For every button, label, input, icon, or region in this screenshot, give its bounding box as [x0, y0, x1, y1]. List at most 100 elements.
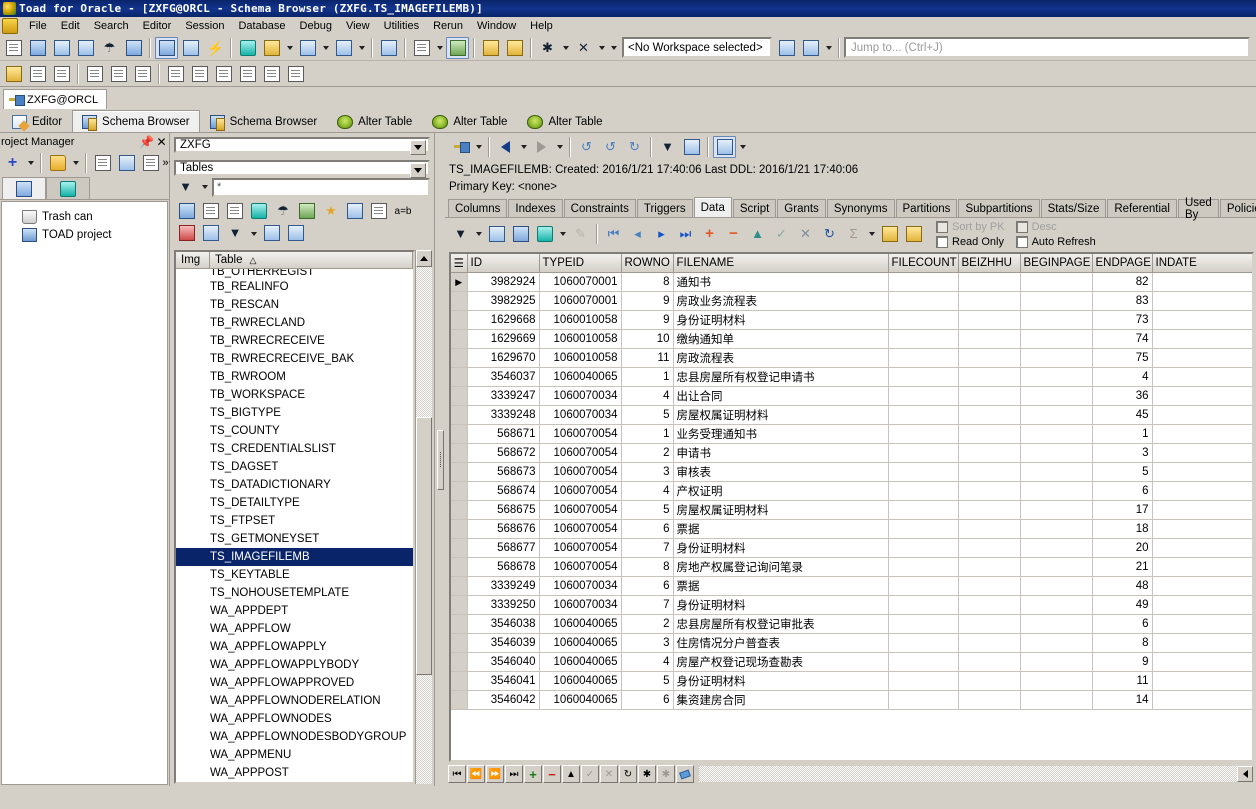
schema-select[interactable]: ZXFG [174, 137, 430, 153]
cell-indate[interactable] [1152, 481, 1252, 500]
cell-filename[interactable]: 身份证明材料 [673, 595, 888, 614]
menu-item-help[interactable]: Help [523, 19, 560, 33]
cell-id[interactable]: 1629670 [467, 348, 539, 367]
execute-script-icon[interactable] [200, 223, 222, 243]
cell-id[interactable]: 3982925 [467, 291, 539, 310]
tab-constraints[interactable]: Constraints [564, 199, 636, 217]
cell-typeid[interactable]: 1060010058 [539, 329, 621, 348]
execute-icon[interactable] [203, 37, 226, 59]
cell-beizhhu[interactable] [958, 538, 1020, 557]
cell-filecount[interactable] [888, 272, 958, 291]
chevron-down-icon[interactable] [410, 163, 426, 178]
row-indicator[interactable] [451, 500, 467, 519]
column-header-table[interactable]: Table △ [210, 252, 413, 268]
tab-editor[interactable]: Editor [2, 110, 72, 132]
connection-dropdown-icon[interactable] [473, 136, 484, 158]
cell-endpage[interactable]: 8 [1092, 633, 1152, 652]
cell-endpage[interactable]: 11 [1092, 671, 1152, 690]
tree-item-toad-project[interactable]: TOAD project [4, 226, 165, 244]
cell-id[interactable]: 568675 [467, 500, 539, 519]
window-list-icon[interactable] [155, 37, 178, 59]
menu-item-window[interactable]: Window [470, 19, 523, 33]
cell-beginpage[interactable] [1020, 652, 1092, 671]
cell-endpage[interactable]: 18 [1092, 519, 1152, 538]
cell-id[interactable]: 3339248 [467, 405, 539, 424]
cell-endpage[interactable]: 17 [1092, 500, 1152, 519]
list-item[interactable]: TS_GETMONEYSET [176, 530, 413, 548]
menu-item-editor[interactable]: Editor [136, 19, 179, 33]
tab-schema-browser-2[interactable]: Schema Browser [200, 110, 328, 132]
column-header-indate[interactable]: INDATE [1152, 254, 1252, 272]
tab-indexes[interactable]: Indexes [508, 199, 562, 217]
cell-beizhhu[interactable] [958, 671, 1020, 690]
rename-icon[interactable]: a=b [392, 201, 414, 221]
list-item[interactable]: TS_DAGSET [176, 458, 413, 476]
list-item[interactable]: TS_DETAILTYPE [176, 494, 413, 512]
tab-alter-table-1[interactable]: Alter Table [327, 110, 422, 132]
cell-filecount[interactable] [888, 386, 958, 405]
list-item[interactable]: WA_APPFLOWAPPROVED [176, 674, 413, 692]
cancel-edit-button[interactable]: ✕ [600, 765, 618, 783]
refresh-button[interactable]: ↻ [619, 765, 637, 783]
checkbox-box[interactable] [936, 236, 948, 248]
list-item[interactable]: TB_RESCAN [176, 296, 413, 314]
cell-beginpage[interactable] [1020, 329, 1092, 348]
checkbox-auto-refresh[interactable]: Auto Refresh [1016, 235, 1096, 249]
table-list[interactable]: Img Table △ TB_OTHERREGIST TB_REALINFO T… [174, 250, 415, 784]
cell-beizhhu[interactable] [958, 500, 1020, 519]
row-indicator[interactable] [451, 329, 467, 348]
menu-item-edit[interactable]: Edit [54, 19, 87, 33]
column-header-typeid[interactable]: TYPEID [539, 254, 621, 272]
cell-rowno[interactable]: 4 [621, 652, 673, 671]
filter-input[interactable]: * [212, 178, 430, 197]
list-item[interactable]: TS_DATADICTIONARY [176, 476, 413, 494]
list-item[interactable]: WA_APPFLOWAPPLY [176, 638, 413, 656]
cell-typeid[interactable]: 1060070054 [539, 462, 621, 481]
data-grid[interactable]: ☰ ID TYPEID ROWNO FILENAME FILECOUNT BEI… [449, 252, 1254, 762]
table-list-body[interactable]: TB_OTHERREGIST TB_REALINFO TB_RESCAN TB_… [176, 269, 413, 782]
cell-filecount[interactable] [888, 614, 958, 633]
connection-icon[interactable] [449, 136, 472, 158]
cell-filename[interactable]: 票据 [673, 519, 888, 538]
post-edit-button[interactable]: ✓ [581, 765, 599, 783]
cell-filename[interactable]: 通知书 [673, 272, 888, 291]
cell-filecount[interactable] [888, 329, 958, 348]
sum-icon[interactable]: Σ [842, 223, 865, 245]
tab-subpartitions[interactable]: Subpartitions [958, 199, 1039, 217]
table-row[interactable]: 354604010600400654房屋产权登记现场查勘表9 [451, 652, 1252, 671]
cell-beginpage[interactable] [1020, 519, 1092, 538]
save-workspace-icon[interactable] [775, 37, 798, 59]
delete-workspace-icon[interactable] [799, 37, 822, 59]
delete-record-button[interactable]: − [543, 765, 561, 783]
edit-record-button[interactable]: ▲ [562, 765, 580, 783]
print-preview-icon[interactable] [260, 63, 283, 85]
cell-beizhhu[interactable] [958, 329, 1020, 348]
row-indicator[interactable] [451, 386, 467, 405]
row-indicator[interactable] [451, 310, 467, 329]
row-indicator[interactable] [451, 652, 467, 671]
cell-beginpage[interactable] [1020, 272, 1092, 291]
copy-window-icon[interactable] [296, 37, 319, 59]
table-list-scrollbar[interactable] [415, 250, 432, 784]
user-object-icon[interactable] [332, 37, 355, 59]
refresh-one-icon[interactable]: ↺ [599, 136, 622, 158]
table-row[interactable]: 1629669106001005810缴纳通知单74 [451, 329, 1252, 348]
new-editor-icon[interactable] [2, 37, 25, 59]
next-record-button[interactable]: ⏩ [486, 765, 504, 783]
cell-filename[interactable]: 忠县房屋所有权登记申请书 [673, 367, 888, 386]
report-icon[interactable] [377, 37, 400, 59]
cell-filecount[interactable] [888, 405, 958, 424]
object-palette-icon[interactable] [50, 37, 73, 59]
cell-typeid[interactable]: 1060040065 [539, 633, 621, 652]
cell-beginpage[interactable] [1020, 633, 1092, 652]
cell-beizhhu[interactable] [958, 690, 1020, 709]
menu-item-debug[interactable]: Debug [293, 19, 339, 33]
cell-beginpage[interactable] [1020, 462, 1092, 481]
cell-rowno[interactable]: 9 [621, 310, 673, 329]
cell-beizhhu[interactable] [958, 310, 1020, 329]
export-dropdown-icon[interactable] [557, 223, 568, 245]
menu-item-search[interactable]: Search [87, 19, 136, 33]
cell-beginpage[interactable] [1020, 595, 1092, 614]
cell-endpage[interactable]: 21 [1092, 557, 1152, 576]
scroll-left-button[interactable] [1237, 766, 1253, 782]
